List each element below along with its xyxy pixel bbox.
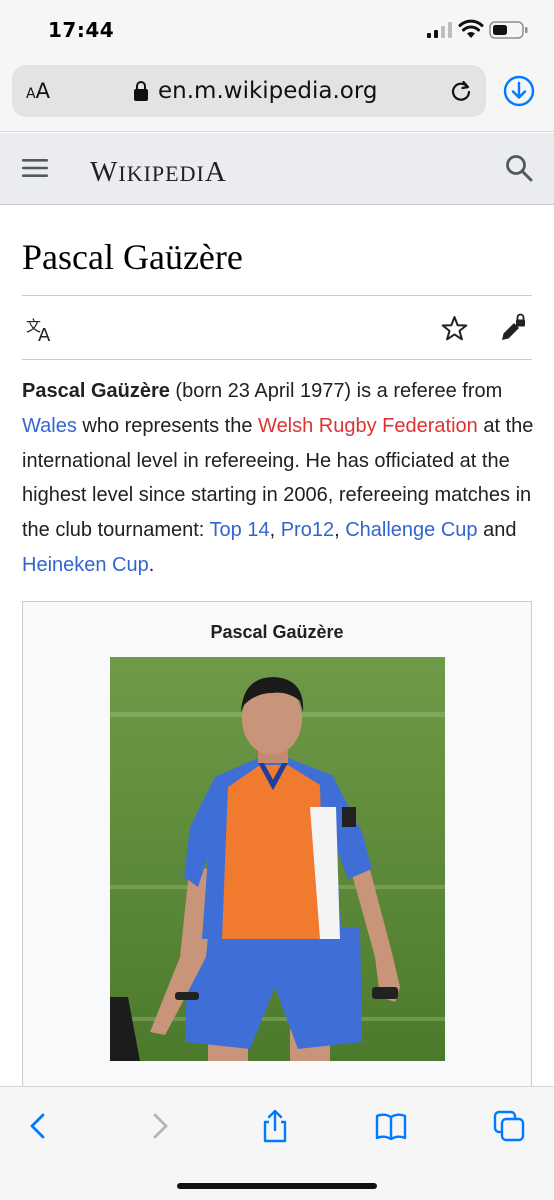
status-time: 17:44 [48,18,115,42]
wifi-icon [458,19,484,38]
intro-text: who represents the [76,414,259,437]
chevron-right-icon[interactable] [142,1109,176,1143]
wikipedia-wordmark[interactable]: WIKIPEDIA [90,153,250,187]
link-welsh-rugby-federation[interactable]: Welsh Rugby Federation [258,415,478,437]
browser-toolbar: AA en.m.wikipedia.org [0,60,554,132]
hamburger-icon[interactable] [22,158,48,178]
actions-divider [22,359,532,360]
status-bar: 17:44 [0,0,554,60]
svg-text:WIKIPEDIA: WIKIPEDIA [90,156,227,187]
lock-icon [134,81,148,101]
link-top-14[interactable]: Top 14 [210,519,270,541]
link-challenge-cup[interactable]: Challenge Cup [345,519,477,541]
translate-icon[interactable]: 文 A [26,316,54,342]
home-indicator [177,1183,377,1189]
share-icon[interactable] [258,1109,292,1143]
tabs-icon[interactable] [492,1109,526,1143]
chevron-left-icon[interactable] [22,1109,56,1143]
wikipedia-header: WIKIPEDIA [0,133,554,205]
infobox-title: Pascal Gaüzère [210,622,344,642]
star-icon[interactable] [441,315,468,342]
intro-text: (born 23 April 1977) is a referee from [169,380,503,402]
edit-lock-icon[interactable] [499,313,529,343]
search-icon[interactable] [505,154,533,182]
link-pro12[interactable]: Pro12 [281,519,334,541]
book-icon[interactable] [374,1109,408,1143]
svg-text:A: A [38,325,51,342]
title-divider [22,295,532,296]
address-bar[interactable]: AA en.m.wikipedia.org [12,65,486,117]
url-text: en.m.wikipedia.org [158,78,378,104]
referee-photo[interactable] [110,657,445,1061]
intro-text: , [269,519,281,542]
subject-name: Pascal Gaüzère [22,380,170,402]
reload-icon[interactable] [449,79,473,103]
text-size-button[interactable]: AA [26,79,50,103]
download-icon[interactable] [503,75,535,107]
intro-text: . [148,553,155,576]
intro-paragraph: Pascal Gaüzère (born 23 April 1977) is a… [22,374,534,583]
intro-text: and [477,519,517,542]
bottom-toolbar [0,1086,554,1200]
infobox: Pascal Gaüzère [22,601,532,1121]
link-wales[interactable]: Wales [22,415,77,437]
cellular-signal-icon [427,22,452,38]
battery-icon [489,21,528,39]
intro-text: , [334,519,346,542]
page-title: Pascal Gaüzère [22,237,243,277]
link-heineken-cup[interactable]: Heineken Cup [22,554,149,576]
